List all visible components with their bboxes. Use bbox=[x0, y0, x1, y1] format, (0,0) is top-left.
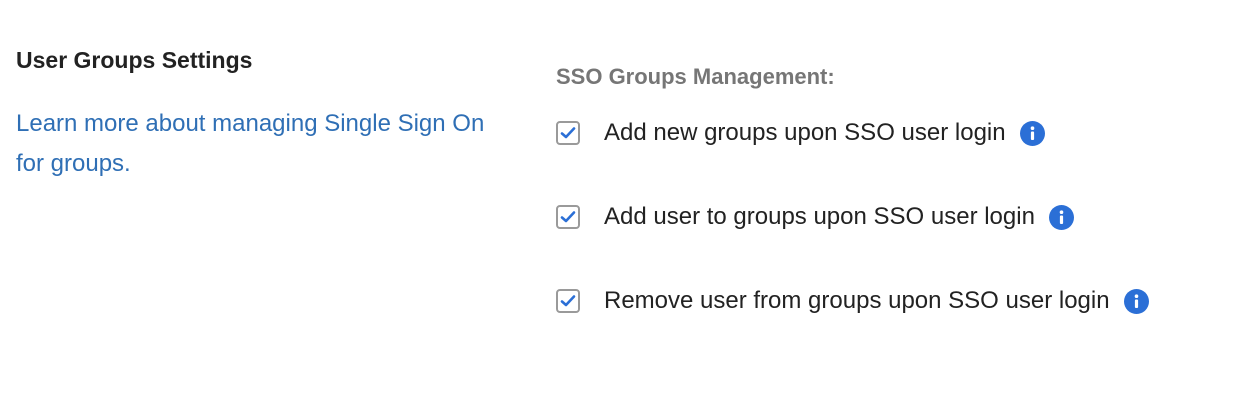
option-add-new-groups[interactable]: Add new groups upon SSO user login bbox=[556, 116, 1045, 150]
sso-groups-management-column: SSO Groups Management: Add new groups up… bbox=[556, 60, 1226, 314]
remove-user-from-groups-checkbox[interactable] bbox=[556, 289, 580, 313]
checkmark-icon bbox=[560, 127, 576, 139]
user-groups-settings-panel: User Groups Settings Learn more about ma… bbox=[0, 0, 1240, 394]
option-add-user-to-groups[interactable]: Add user to groups upon SSO user login bbox=[556, 200, 1074, 234]
learn-more-sso-link[interactable]: Learn more about managing Single Sign On… bbox=[16, 104, 496, 184]
sso-groups-management-heading: SSO Groups Management: bbox=[556, 64, 835, 89]
add-user-to-groups-checkbox[interactable] bbox=[556, 205, 580, 229]
info-icon[interactable] bbox=[1048, 204, 1074, 230]
checkmark-icon bbox=[560, 295, 576, 307]
info-icon[interactable] bbox=[1019, 120, 1045, 146]
option-label: Remove user from groups upon SSO user lo… bbox=[604, 287, 1110, 314]
info-icon[interactable] bbox=[1123, 288, 1149, 314]
option-label: Add user to groups upon SSO user login bbox=[604, 203, 1035, 230]
checkmark-icon bbox=[560, 211, 576, 223]
option-label: Add new groups upon SSO user login bbox=[604, 119, 1006, 146]
settings-description-column: User Groups Settings Learn more about ma… bbox=[16, 44, 516, 184]
section-title: User Groups Settings bbox=[16, 47, 253, 73]
option-remove-user-from-groups[interactable]: Remove user from groups upon SSO user lo… bbox=[556, 284, 1149, 318]
add-new-groups-checkbox[interactable] bbox=[556, 121, 580, 145]
